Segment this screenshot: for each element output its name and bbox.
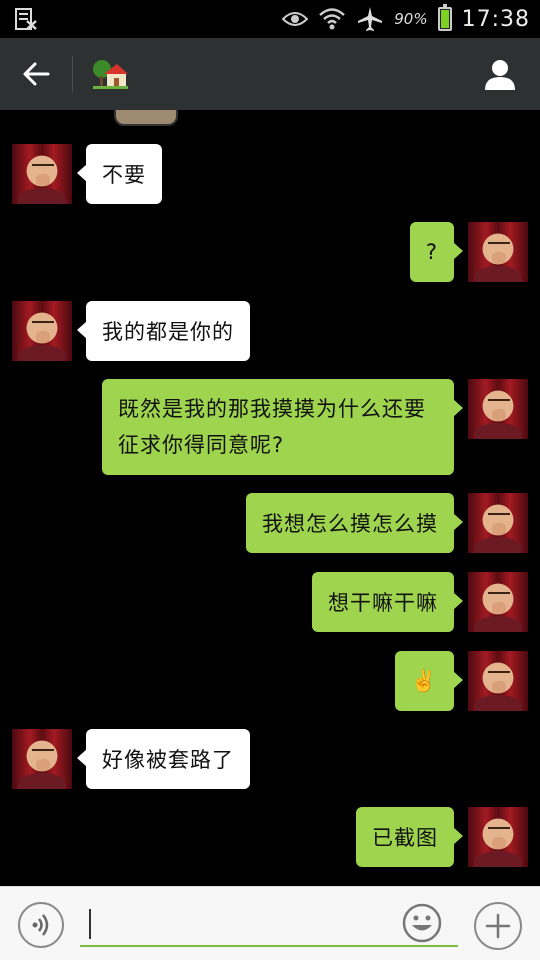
message-bubble-outgoing[interactable]: 我想怎么摸怎么摸 xyxy=(246,493,463,553)
text-cursor xyxy=(89,909,91,939)
my-avatar[interactable] xyxy=(468,807,528,867)
message-bubble-outgoing[interactable]: 想干嘛干嘛 xyxy=(312,572,463,632)
plus-button[interactable] xyxy=(474,902,522,950)
message-bubble-outgoing[interactable]: ✌️ xyxy=(394,651,464,711)
message-bubble-incoming[interactable]: 不要 xyxy=(77,144,162,204)
title-separator xyxy=(72,56,73,92)
battery-percent: 90% xyxy=(394,10,428,28)
emoji-icon[interactable] xyxy=(402,903,442,943)
eye-icon xyxy=(282,12,309,26)
title-bar xyxy=(0,38,540,110)
partial-sticker xyxy=(114,110,178,126)
my-avatar[interactable] xyxy=(468,222,528,282)
status-bar: 90% 17:38 xyxy=(0,0,540,38)
plus-icon xyxy=(485,913,511,939)
message-bubble-outgoing[interactable]: 既然是我的那我摸摸为什么还要征求你得同意呢? xyxy=(102,379,463,475)
clock: 17:38 xyxy=(461,6,530,32)
chat-area[interactable]: 不要 ? 我的都是你的 既然是我的那我摸摸为什么还要征求你得同意呢? 我想怎么摸… xyxy=(0,110,540,886)
battery-icon xyxy=(437,4,452,31)
my-avatar[interactable] xyxy=(468,379,528,439)
contact-avatar[interactable] xyxy=(12,301,72,361)
person-icon[interactable] xyxy=(482,56,518,92)
message-bubble-incoming[interactable]: 我的都是你的 xyxy=(77,301,250,361)
input-bar xyxy=(0,886,540,960)
voice-button[interactable] xyxy=(18,902,64,948)
back-arrow-icon xyxy=(23,62,50,86)
message-bubble-incoming[interactable]: 好像被套路了 xyxy=(77,729,250,789)
message-bubble-outgoing[interactable]: ? xyxy=(409,222,464,282)
message-bubble-outgoing[interactable]: 已截图 xyxy=(356,807,463,867)
voice-icon xyxy=(32,914,49,936)
contact-avatar[interactable] xyxy=(12,144,72,204)
wifi-icon xyxy=(319,8,346,30)
contact-avatar[interactable] xyxy=(12,729,72,789)
back-button[interactable] xyxy=(16,56,56,92)
house-with-garden-icon xyxy=(93,60,128,89)
my-avatar[interactable] xyxy=(468,651,528,711)
airplane-icon xyxy=(358,7,383,31)
screenshot-icon xyxy=(15,8,37,30)
my-avatar[interactable] xyxy=(468,572,528,632)
my-avatar[interactable] xyxy=(468,493,528,553)
